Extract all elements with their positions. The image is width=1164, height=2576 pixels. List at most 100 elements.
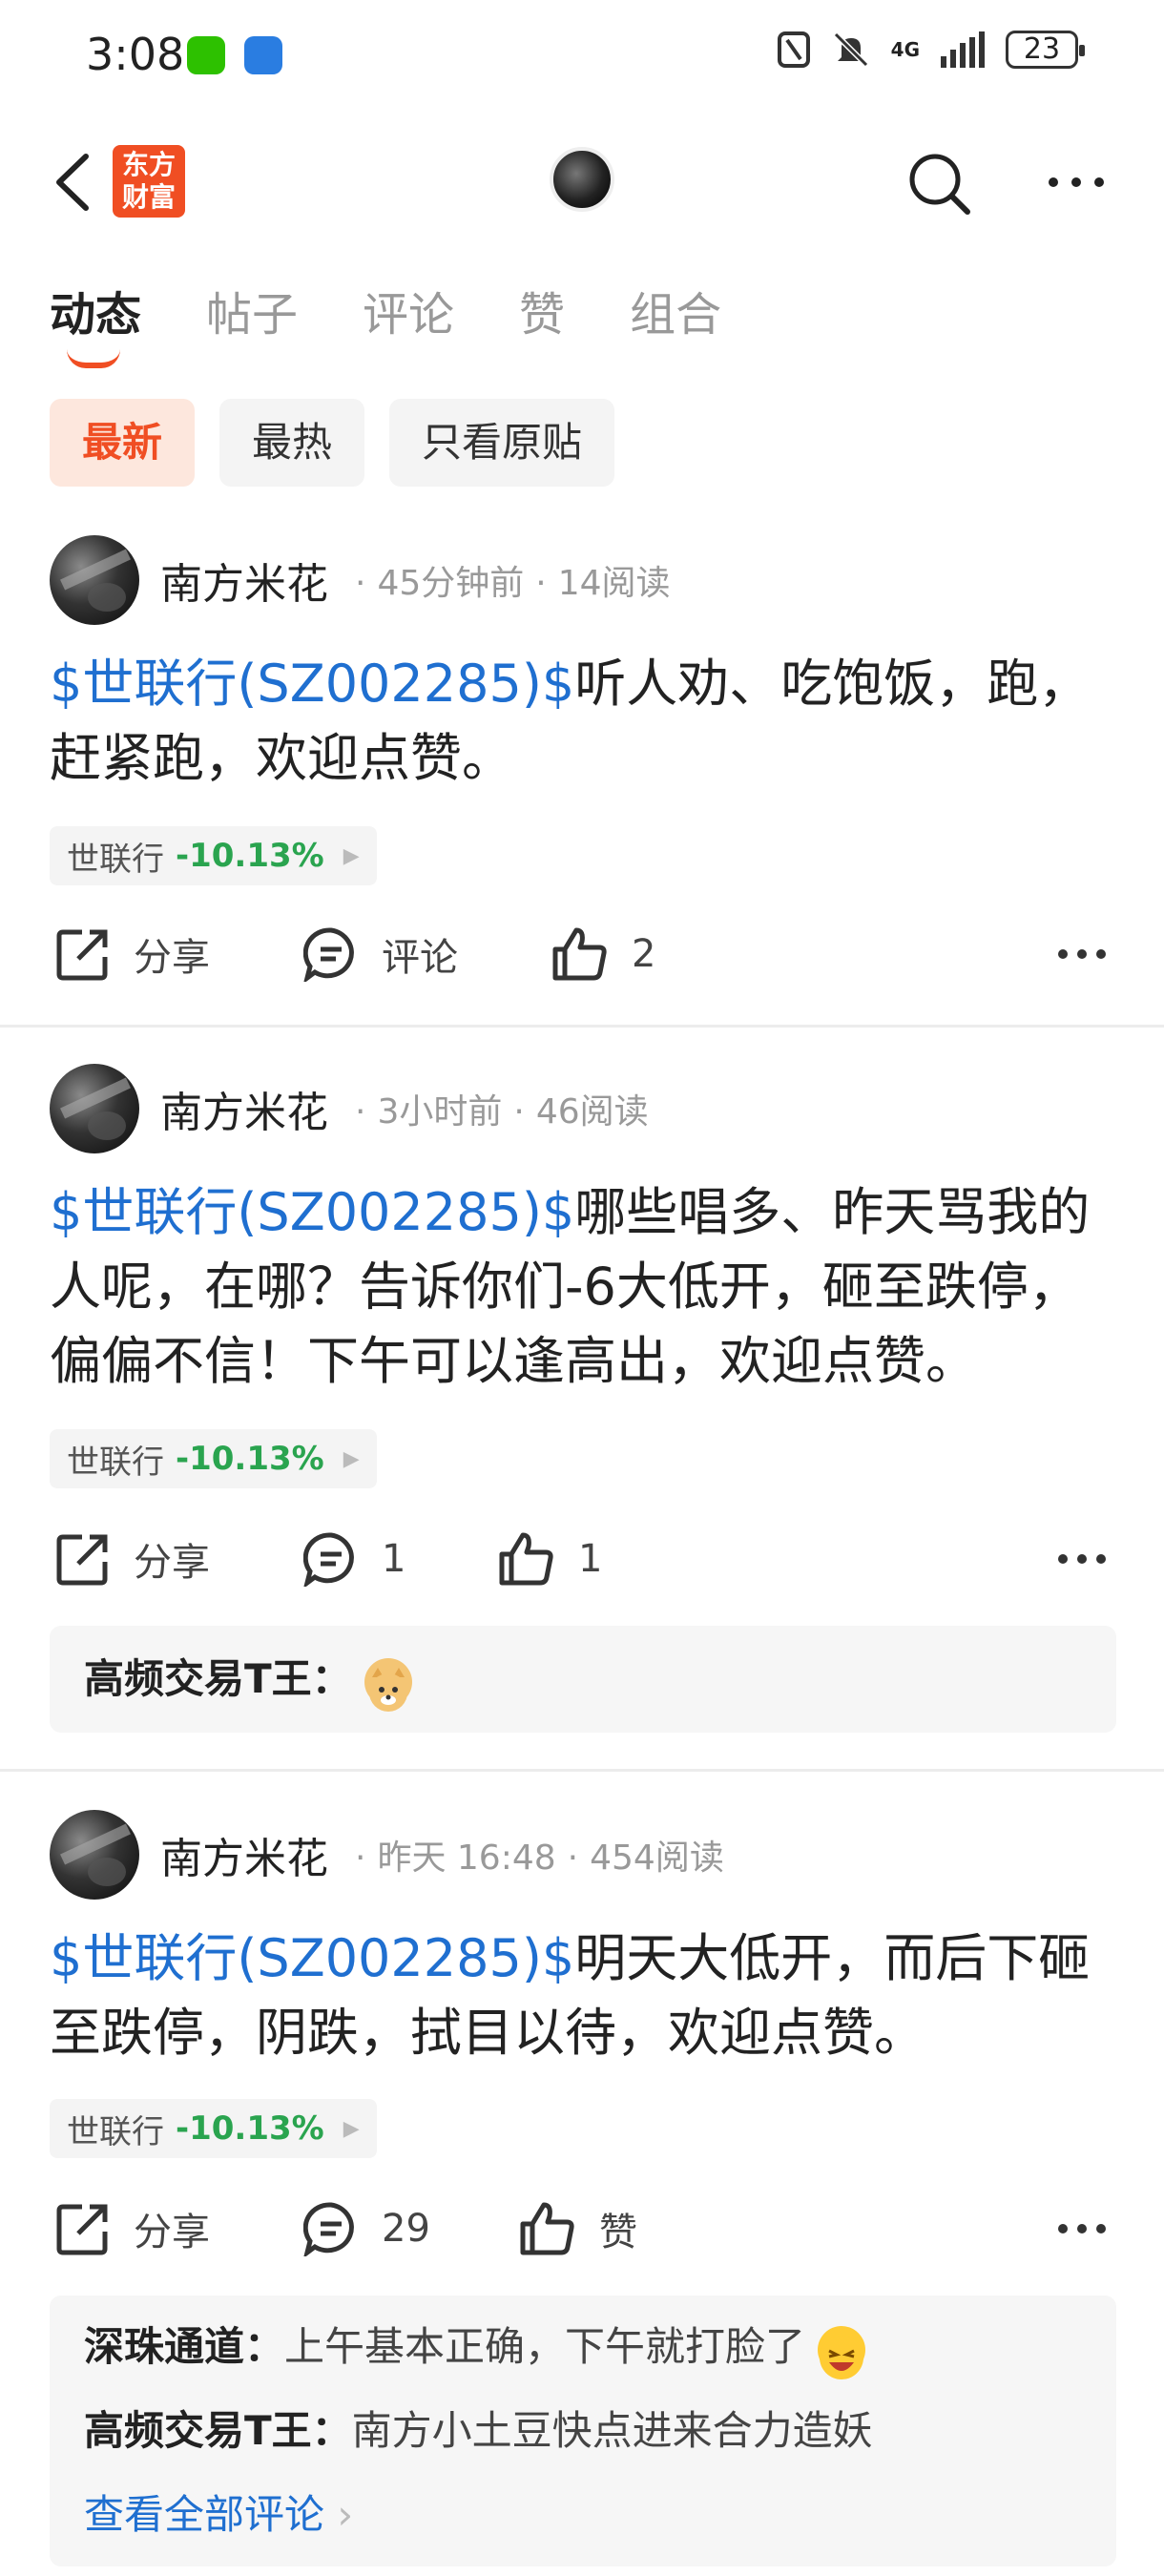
share-label: 分享 — [134, 2211, 210, 2254]
post-text-line: 听人劝、吃饱饭，跑， — [574, 654, 1091, 714]
logo-text-line2: 财富 — [121, 181, 176, 213]
comment-item: 高频交易T王：南方小土豆快点进来合力造妖 — [84, 2389, 1082, 2473]
like-button[interactable]: 1 — [498, 1521, 602, 1597]
avatar[interactable] — [50, 1064, 139, 1153]
more-options-icon[interactable] — [1057, 2219, 1107, 2238]
comment-preview[interactable]: 高频交易T王： — [50, 1626, 1116, 1733]
post-body[interactable]: $世联行(SZ002285)$哪些唱多、昨天骂我的 人呢，在哪？告诉你们-6大低… — [50, 1175, 1118, 1399]
share-icon — [56, 2204, 108, 2255]
app-logo: 东方 财富 — [113, 145, 185, 218]
author-name[interactable]: 南方米花 — [160, 1824, 328, 1885]
laughing-emoji-icon — [818, 2325, 866, 2379]
back-icon[interactable] — [46, 149, 103, 216]
doge-emoji-icon — [364, 1657, 413, 1712]
share-icon — [56, 1534, 108, 1586]
like-button[interactable]: 赞 — [519, 2191, 637, 2267]
avatar[interactable] — [50, 535, 139, 625]
avatar[interactable] — [50, 1810, 139, 1900]
stock-link[interactable]: $世联行(SZ002285)$ — [50, 1182, 574, 1242]
filter-bar: 最新 最热 只看原贴 — [50, 399, 615, 487]
more-options-icon[interactable] — [1057, 1549, 1107, 1568]
stock-change: -10.13% — [176, 2109, 324, 2148]
filter-hot[interactable]: 最热 — [219, 399, 365, 487]
share-icon — [56, 929, 108, 981]
post-body[interactable]: $世联行(SZ002285)$听人劝、吃饱饭，跑， 赶紧跑，欢迎点赞。 — [50, 647, 1118, 796]
post-card[interactable]: 南方米花 · 3小时前 · 46阅读 $世联行(SZ002285)$哪些唱多、昨天骂我… — [0, 1063, 1164, 1769]
comment-text: 南方小土豆快点进来合力造妖 — [351, 2407, 873, 2454]
post-card[interactable]: 南方米花 · 45分钟前 · 14阅读 $世联行(SZ002285)$听人劝、吃饱饭，… — [0, 534, 1164, 1021]
comment-user[interactable]: 深珠通道： — [84, 2323, 284, 2370]
post-card[interactable]: 南方米花 · 昨天 16:48 · 454阅读 $世联行(SZ002285)$明天大低… — [0, 1809, 1164, 2572]
like-count: 2 — [632, 932, 656, 976]
stock-link[interactable]: $世联行(SZ002285)$ — [50, 654, 574, 714]
stock-link[interactable]: $世联行(SZ002285)$ — [50, 1928, 574, 1988]
weather-icon — [244, 36, 282, 74]
comment-button[interactable]: 1 — [303, 1521, 405, 1597]
battery-icon: 23 — [1006, 31, 1085, 69]
tab-portfolio[interactable]: 组合 — [630, 277, 721, 343]
share-button[interactable]: 分享 — [55, 916, 210, 992]
post-actions: 分享 29 赞 — [50, 2191, 1118, 2267]
post-time: 3小时前 — [377, 1092, 503, 1132]
post-text-line: 至跌停，阴跌，拭目以待，欢迎点赞。 — [50, 2003, 925, 2063]
post-actions: 分享 评论 2 — [50, 916, 1118, 992]
profile-tabs: 动态 帖子 评论 赞 组合 — [50, 277, 786, 368]
tab-dynamic[interactable]: 动态 — [50, 277, 141, 368]
chevron-right-icon: ▶ — [343, 2116, 360, 2141]
stock-chip[interactable]: 世联行 -10.13% ▶ — [50, 826, 377, 885]
comment-count: 29 — [382, 2207, 430, 2251]
thumbs-up-icon — [552, 927, 607, 981]
stock-chip[interactable]: 世联行 -10.13% ▶ — [50, 1429, 377, 1488]
post-reads: 14阅读 — [557, 564, 671, 603]
stock-chip[interactable]: 世联行 -10.13% ▶ — [50, 2099, 377, 2158]
thumbs-up-icon — [499, 1532, 553, 1586]
status-bar: 3:08 4G 23 — [0, 0, 1164, 114]
author-name[interactable]: 南方米花 — [160, 1078, 328, 1139]
view-all-label: 查看全部评论 — [84, 2491, 325, 2538]
logo-text-line1: 东方 — [121, 149, 176, 180]
comment-icon — [303, 927, 354, 982]
post-text-line: 人呢，在哪？告诉你们-6大低开，砸至跌停， — [50, 1257, 1080, 1317]
profile-avatar[interactable] — [550, 147, 614, 212]
share-label: 分享 — [134, 1541, 210, 1585]
more-icon[interactable] — [1046, 168, 1107, 197]
stock-change: -10.13% — [176, 837, 324, 875]
tab-likes[interactable]: 赞 — [519, 277, 565, 343]
comment-item: 深珠通道：上午基本正确，下午就打脸了 — [84, 2305, 1082, 2389]
share-button[interactable]: 分享 — [55, 2191, 210, 2267]
search-icon[interactable] — [904, 149, 973, 218]
comment-count: 1 — [382, 1537, 406, 1581]
tab-posts[interactable]: 帖子 — [206, 277, 298, 343]
comment-user[interactable]: 高频交易T王： — [84, 2407, 352, 2454]
post-text-line: 明天大低开，而后下砸 — [574, 1928, 1091, 1988]
comment-label: 评论 — [382, 936, 458, 980]
post-meta: · 45分钟前 · 14阅读 — [355, 564, 671, 603]
chevron-right-icon: ▶ — [343, 843, 360, 868]
tab-comments[interactable]: 评论 — [363, 277, 454, 343]
post-text-line: 哪些唱多、昨天骂我的 — [574, 1182, 1091, 1242]
post-meta: · 昨天 16:48 · 454阅读 — [355, 1839, 724, 1878]
like-button[interactable]: 2 — [551, 916, 655, 992]
signal-icon — [941, 31, 985, 68]
network-type: 4G — [890, 38, 920, 61]
filter-latest[interactable]: 最新 — [50, 399, 196, 487]
post-reads: 454阅读 — [590, 1839, 724, 1878]
more-options-icon[interactable] — [1057, 945, 1107, 964]
share-button[interactable]: 分享 — [55, 1521, 210, 1597]
stock-name: 世联行 — [67, 2112, 164, 2151]
view-all-comments-link[interactable]: 查看全部评论 › — [84, 2473, 1082, 2557]
comment-preview[interactable]: 深珠通道：上午基本正确，下午就打脸了 高频交易T王：南方小土豆快点进来合力造妖 … — [50, 2296, 1116, 2566]
top-nav: 东方 财富 — [0, 124, 1164, 239]
author-row: 南方米花 · 3小时前 · 46阅读 — [50, 1063, 649, 1154]
author-name[interactable]: 南方米花 — [160, 550, 328, 611]
post-body[interactable]: $世联行(SZ002285)$明天大低开，而后下砸 至跌停，阴跌，拭目以待，欢迎… — [50, 1922, 1118, 2070]
mute-icon — [833, 31, 868, 68]
comment-user[interactable]: 高频交易T王： — [84, 1655, 352, 1702]
filter-original-only[interactable]: 只看原贴 — [389, 399, 615, 487]
comment-item: 高频交易T王： — [84, 1637, 1082, 1721]
post-actions: 分享 1 1 — [50, 1521, 1118, 1597]
chevron-right-icon: ▶ — [343, 1446, 360, 1471]
nfc-icon — [777, 31, 810, 68]
comment-button[interactable]: 29 — [303, 2191, 430, 2267]
comment-button[interactable]: 评论 — [303, 916, 458, 992]
